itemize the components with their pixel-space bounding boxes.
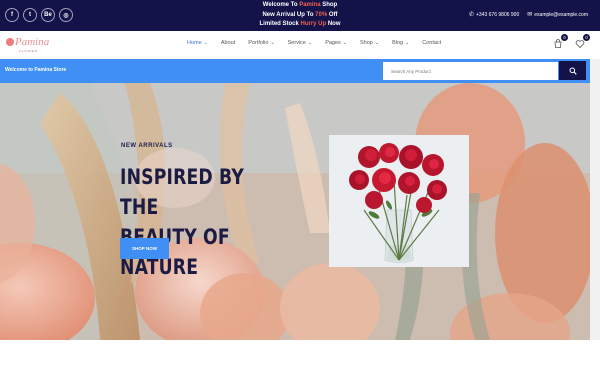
nav-item-shop[interactable]: Shop ⌄ — [360, 40, 379, 46]
wishlist-count-badge: 0 — [583, 34, 590, 41]
twitter-icon[interactable]: t — [23, 8, 37, 22]
nav-icons: 0 0 — [553, 34, 590, 49]
cart-icon[interactable]: 0 — [553, 34, 568, 49]
hero-title-line1: INSPIRED BY THE — [120, 165, 245, 219]
search-icon — [569, 67, 577, 75]
nav-item-pages[interactable]: Pages ⌄ — [325, 40, 347, 46]
nav-item-label: Pages — [325, 40, 341, 46]
top-bar: f t Be ◎ Welcome To Pamina Shop New Arri… — [0, 0, 600, 31]
instagram-icon[interactable]: ◎ — [59, 8, 73, 22]
hero-title: INSPIRED BY THE BEAUTY OF NATURE — [120, 162, 284, 282]
contact-info: ✆ +343 676 9806 900 ✉ example@example.com — [469, 11, 588, 18]
welcome-text: Welcome to Pamina Store — [5, 67, 67, 73]
promo-line3-accent: Hurry Up — [300, 21, 327, 28]
cart-count-badge: 0 — [561, 34, 568, 41]
nav-item-contact[interactable]: Contact — [422, 40, 441, 46]
main-nav: Pamina FLOWER Home ⌄ About Portfolio ⌄ Ser… — [0, 31, 600, 59]
logo-subtext: FLOWER — [19, 49, 38, 53]
email-text: example@example.com — [534, 12, 588, 18]
chevron-down-icon: ⌄ — [203, 40, 208, 46]
tulip-background-image — [0, 83, 590, 340]
phone-text: +343 676 9806 900 — [476, 12, 520, 18]
phone-link[interactable]: ✆ +343 676 9806 900 — [469, 11, 519, 18]
nav-item-label: Home — [187, 40, 202, 46]
chevron-down-icon: ⌄ — [405, 40, 410, 46]
nav-item-about[interactable]: About — [221, 40, 235, 46]
email-link[interactable]: ✉ example@example.com — [527, 11, 588, 18]
nav-item-service[interactable]: Service ⌄ — [288, 40, 313, 46]
bouquet-image — [329, 135, 469, 267]
promo-line2: New Arrival Up To — [262, 11, 316, 18]
nav-item-label: Blog — [392, 40, 404, 46]
nav-item-label: About — [220, 40, 236, 46]
social-links: f t Be ◎ — [5, 8, 73, 22]
mail-icon: ✉ — [527, 12, 533, 18]
promo-line1: Welcome To — [262, 2, 300, 8]
page-scrollbar[interactable] — [590, 59, 600, 340]
search-bar: Welcome to Pamina Store — [0, 59, 590, 83]
promo-text: Welcome To Pamina Shop New Arrival Up To… — [230, 1, 370, 30]
chevron-down-icon: ⌄ — [270, 40, 275, 46]
promo-line2-accent: 70% — [315, 11, 328, 18]
chevron-down-icon: ⌄ — [307, 40, 313, 46]
nav-item-label: Service — [287, 40, 306, 46]
nav-item-label: Contact — [422, 40, 442, 46]
logo-text: Pamina — [15, 36, 50, 48]
chevron-down-icon: ⌄ — [342, 40, 347, 46]
nav-item-home[interactable]: Home ⌄ — [187, 40, 208, 46]
nav-item-portfolio[interactable]: Portfolio ⌄ — [248, 40, 274, 46]
hero-kicker: NEW ARRIVALS — [121, 143, 173, 149]
promo-line3: Limited Stock — [259, 21, 301, 28]
facebook-icon[interactable]: f — [5, 8, 19, 22]
promo-line2-end: Off — [327, 11, 338, 18]
chevron-down-icon: ⌄ — [374, 40, 380, 46]
search-input[interactable] — [383, 62, 558, 80]
nav-item-blog[interactable]: Blog ⌄ — [392, 40, 409, 46]
nav-menu: Home ⌄ About Portfolio ⌄ Service ⌄ Pages ⌄ S… — [187, 40, 454, 46]
nav-item-label: Shop — [360, 40, 373, 46]
logo-flower-icon — [6, 38, 14, 46]
nav-item-label: Portfolio — [248, 40, 269, 46]
behance-icon[interactable]: Be — [41, 8, 55, 22]
heart-icon[interactable]: 0 — [575, 34, 590, 49]
search-button[interactable] — [559, 61, 586, 80]
promo-line1-end: Shop — [320, 2, 338, 8]
shop-now-button[interactable]: SHOP NOW — [120, 238, 169, 259]
page-bottom — [0, 340, 600, 373]
promo-line1-accent: Pamina — [299, 2, 321, 8]
hero-banner: NEW ARRIVALS INSPIRED BY THE BEAUTY OF N… — [0, 83, 590, 340]
phone-icon: ✆ — [468, 12, 474, 18]
promo-line3-end: Now — [326, 21, 341, 28]
